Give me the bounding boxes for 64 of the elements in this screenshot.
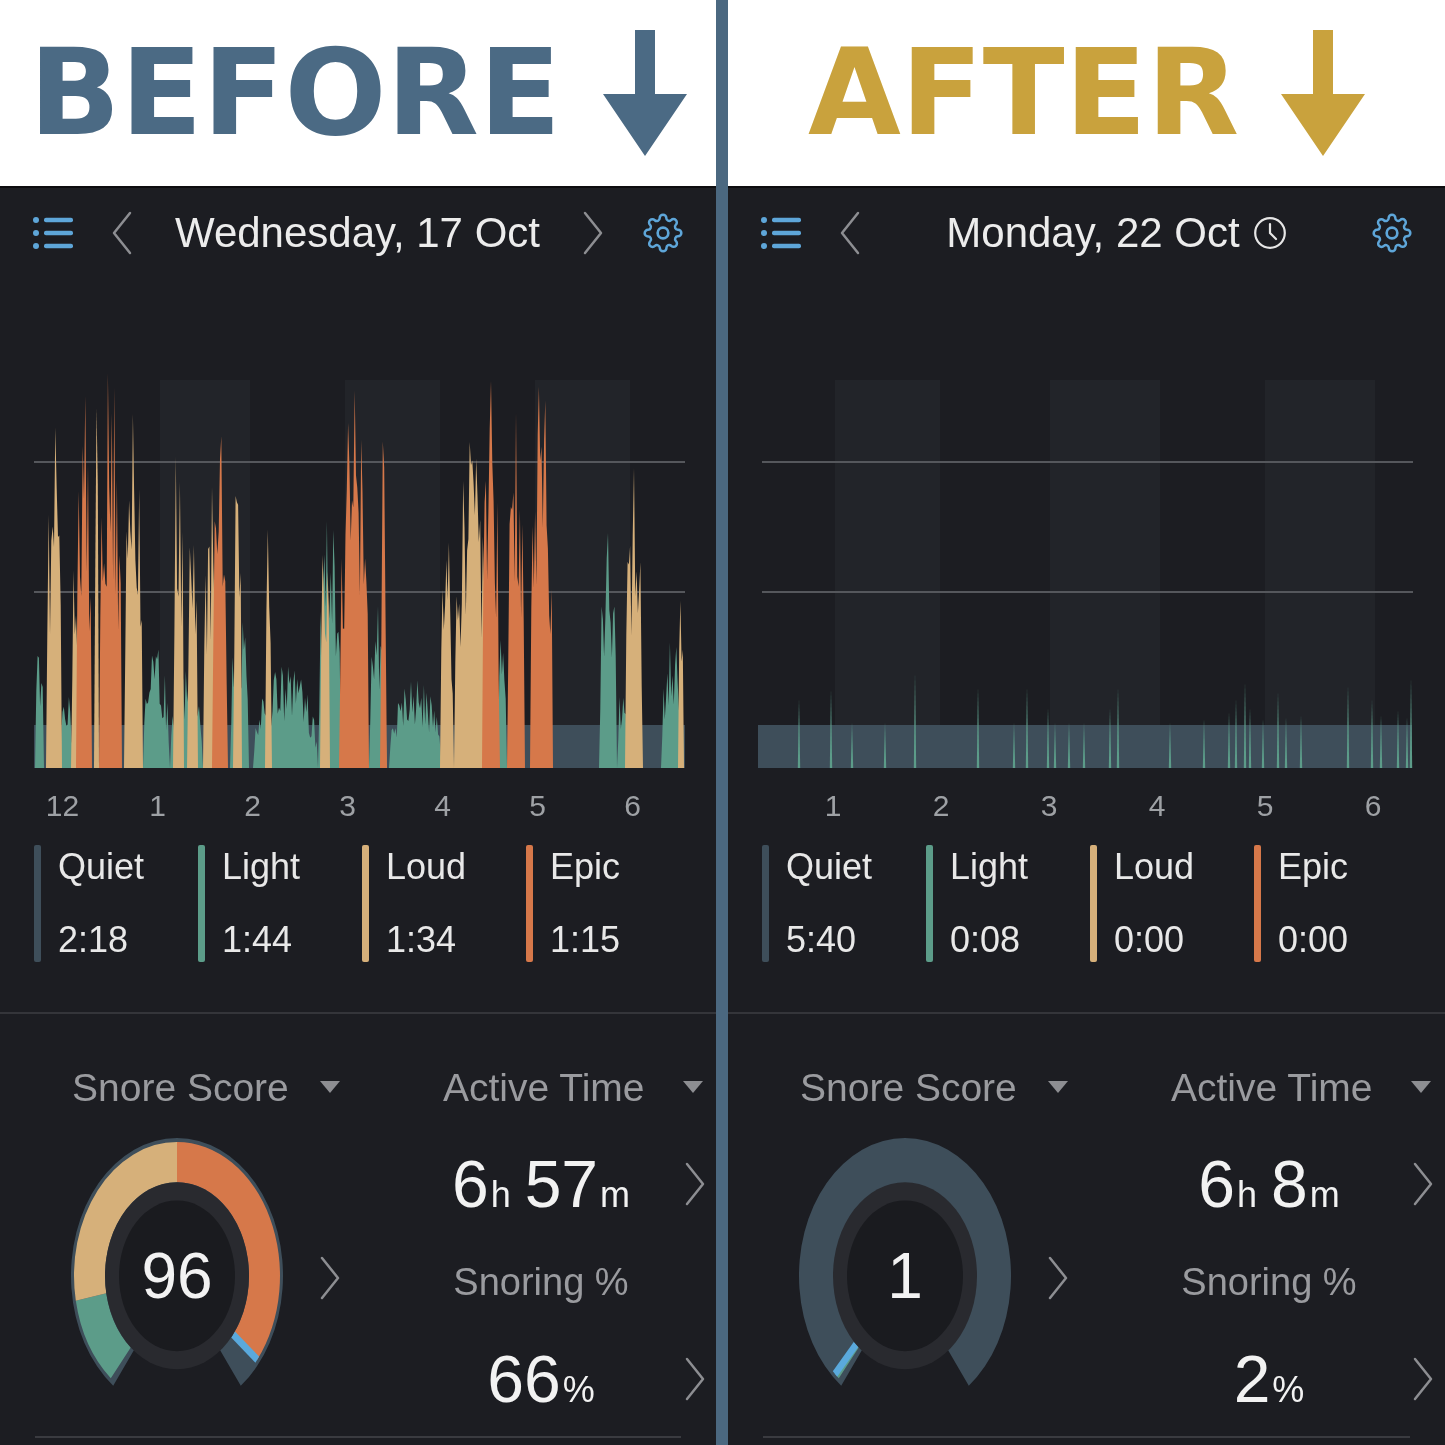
chevron-right-icon[interactable] bbox=[320, 1256, 340, 1300]
axis-label: 4 bbox=[434, 788, 451, 824]
legend-duration: 1:15 bbox=[550, 918, 621, 962]
chevron-right-icon[interactable] bbox=[1413, 1162, 1433, 1206]
settings-icon[interactable] bbox=[1372, 213, 1412, 253]
chevron-right-icon[interactable] bbox=[685, 1162, 705, 1206]
chevron-left-icon[interactable] bbox=[840, 211, 860, 255]
axis-label: 4 bbox=[1148, 788, 1166, 824]
axis-label: 3 bbox=[339, 788, 356, 824]
snore-score-value: 96 bbox=[141, 1244, 213, 1308]
caret-down-icon bbox=[1410, 1081, 1431, 1093]
banner-title: AFTER bbox=[807, 33, 1240, 153]
axis-label: 5 bbox=[529, 788, 546, 824]
chevron-left-icon[interactable] bbox=[112, 211, 132, 255]
banner-title: BEFORE bbox=[29, 33, 561, 153]
active-time-value: 6h 57m bbox=[451, 1151, 631, 1217]
legend-duration: 1:34 bbox=[386, 918, 458, 962]
legend-label: Light bbox=[222, 845, 301, 889]
axis-label: 2 bbox=[244, 788, 261, 824]
legend-label: Quiet bbox=[58, 845, 145, 889]
date-title: Wednesday, 17 Oct bbox=[175, 212, 540, 254]
legend-label: Epic bbox=[550, 845, 621, 889]
active-time-dropdown[interactable]: Active Time bbox=[443, 1062, 703, 1112]
menu-icon[interactable] bbox=[761, 217, 801, 249]
arrow-down-icon bbox=[602, 30, 687, 156]
legend-label: Epic bbox=[1278, 845, 1349, 889]
axis-label: 6 bbox=[1364, 788, 1382, 824]
snoring-value: 2% bbox=[1233, 1346, 1305, 1412]
legend-label: Light bbox=[950, 845, 1029, 889]
active-time-value: 6h 8m bbox=[1198, 1151, 1340, 1217]
axis-label: 1 bbox=[824, 788, 842, 824]
axis-label: 1 bbox=[149, 788, 166, 824]
chevron-right-icon[interactable] bbox=[583, 211, 603, 255]
snore-score-dropdown[interactable]: Snore Score bbox=[72, 1062, 340, 1112]
legend-duration: 1:44 bbox=[222, 918, 294, 962]
legend-duration: 2:18 bbox=[58, 918, 130, 962]
legend-duration: 0:08 bbox=[950, 918, 1022, 962]
snoring-label: Snoring % bbox=[1181, 1263, 1357, 1301]
legend-label: Loud bbox=[1114, 845, 1195, 889]
caret-down-icon bbox=[319, 1081, 340, 1093]
axis-label: 2 bbox=[932, 788, 950, 824]
legend-duration: 5:40 bbox=[786, 918, 858, 962]
menu-icon[interactable] bbox=[33, 217, 73, 249]
axis-label: 3 bbox=[1040, 788, 1058, 824]
date-title: Monday, 22 Oct bbox=[946, 212, 1240, 254]
legend-duration: 0:00 bbox=[1114, 918, 1186, 962]
chevron-right-icon[interactable] bbox=[1413, 1357, 1433, 1401]
caret-down-icon bbox=[682, 1081, 703, 1093]
axis-label: 6 bbox=[624, 788, 641, 824]
legend-label: Loud bbox=[386, 845, 467, 889]
snoring-label: Snoring % bbox=[453, 1263, 629, 1301]
settings-icon[interactable] bbox=[643, 213, 683, 253]
snore-score-value: 1 bbox=[887, 1244, 923, 1308]
axis-label: 12 bbox=[45, 788, 80, 824]
active-time-dropdown[interactable]: Active Time bbox=[1171, 1062, 1431, 1112]
chevron-right-icon[interactable] bbox=[1048, 1256, 1068, 1300]
snore-score-dropdown[interactable]: Snore Score bbox=[800, 1062, 1068, 1112]
arrow-down-icon bbox=[1281, 30, 1366, 156]
chevron-right-icon[interactable] bbox=[685, 1357, 705, 1401]
legend-duration: 0:00 bbox=[1278, 918, 1349, 962]
caret-down-icon bbox=[1047, 1081, 1068, 1093]
legend-label: Quiet bbox=[786, 845, 873, 889]
snoring-value: 66% bbox=[487, 1346, 595, 1412]
axis-label: 5 bbox=[1256, 788, 1274, 824]
